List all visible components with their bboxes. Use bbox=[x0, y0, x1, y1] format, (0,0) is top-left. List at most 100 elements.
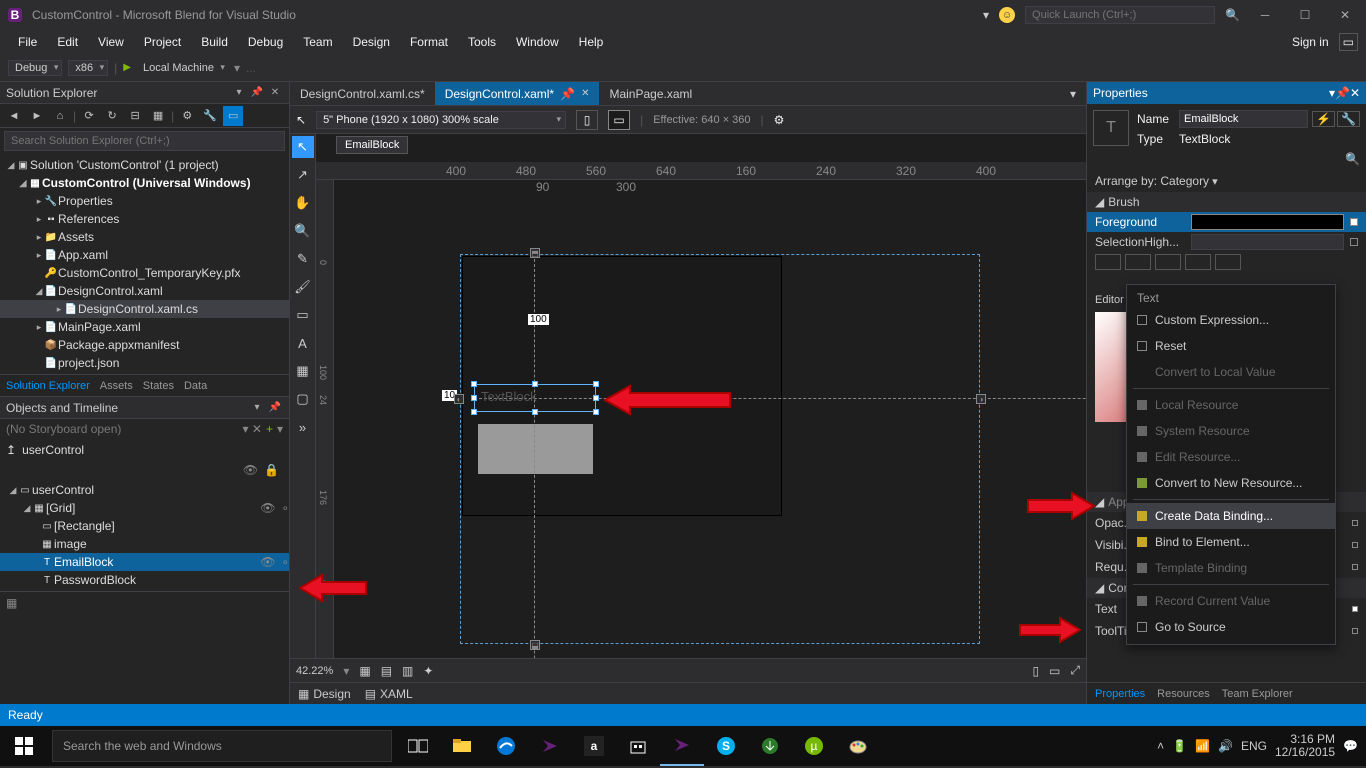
tree-appxaml[interactable]: ▸📄App.xaml bbox=[0, 246, 289, 264]
add-storyboard-icon[interactable]: + bbox=[266, 422, 273, 436]
menu-format[interactable]: Format bbox=[400, 33, 458, 51]
anchor-bottom-icon[interactable]: ⬓ bbox=[530, 640, 540, 650]
tree-pfx[interactable]: 🔑CustomControl_TemporaryKey.pfx bbox=[0, 264, 289, 282]
anchor-right-icon[interactable]: ◑ bbox=[976, 394, 986, 404]
menu-debug[interactable]: Debug bbox=[238, 33, 293, 51]
doc-tab-mainpage[interactable]: MainPage.xaml bbox=[599, 82, 702, 105]
pin-icon[interactable]: 📌 bbox=[560, 87, 575, 101]
brush-icon[interactable]: 🖌 bbox=[292, 276, 314, 298]
ctx-reset[interactable]: Reset bbox=[1127, 333, 1335, 359]
zoom-tool-icon[interactable]: 🔍 bbox=[292, 220, 314, 242]
menu-team[interactable]: Team bbox=[293, 33, 342, 51]
tree-designcontrol[interactable]: ◢📄DesignControl.xaml bbox=[0, 282, 289, 300]
ctx-create-data-binding[interactable]: Create Data Binding... bbox=[1127, 503, 1335, 529]
menu-tools[interactable]: Tools bbox=[458, 33, 506, 51]
props-close-icon[interactable]: ✕ bbox=[1350, 86, 1360, 100]
eye-icon[interactable]: 👁 bbox=[260, 555, 275, 569]
ctx-go-to-source[interactable]: Go to Source bbox=[1127, 614, 1335, 640]
layout-tool-icon[interactable]: ▦ bbox=[292, 360, 314, 382]
start-button[interactable] bbox=[0, 726, 48, 766]
close-button[interactable]: ✕ bbox=[1330, 5, 1360, 25]
config-dropdown[interactable]: Debug bbox=[8, 60, 62, 76]
snap2-icon[interactable]: ▥ bbox=[402, 664, 413, 678]
grid-icon[interactable]: ▦ bbox=[359, 664, 370, 678]
lang-indicator[interactable]: ENG bbox=[1241, 739, 1267, 753]
ctx-custom-expression[interactable]: Custom Expression... bbox=[1127, 307, 1335, 333]
menu-help[interactable]: Help bbox=[569, 33, 614, 51]
resize-handle[interactable] bbox=[593, 409, 599, 415]
wrench-icon[interactable]: 🔧 bbox=[200, 106, 220, 126]
resize-handle[interactable] bbox=[471, 395, 477, 401]
portrait-icon[interactable]: ▯ bbox=[576, 110, 598, 130]
storyboard-drop-icon[interactable]: ▾ ✕ bbox=[243, 422, 262, 436]
menu-project[interactable]: Project bbox=[134, 33, 191, 51]
idm-icon[interactable] bbox=[748, 726, 792, 766]
prop-marker-icon[interactable] bbox=[1352, 606, 1358, 612]
prop-marker-icon[interactable] bbox=[1350, 238, 1358, 246]
wifi-icon[interactable]: 📶 bbox=[1195, 739, 1210, 753]
more-tools-icon[interactable]: » bbox=[292, 416, 314, 438]
lock-dot-icon[interactable]: ∘ bbox=[281, 555, 289, 569]
usercontrol-row[interactable]: ↥ userControl bbox=[0, 439, 289, 461]
prop-marker-icon[interactable] bbox=[1352, 628, 1358, 634]
obj-passwordblock[interactable]: TPasswordBlock bbox=[0, 571, 289, 589]
back-icon[interactable]: ◄ bbox=[4, 106, 24, 126]
tree-properties[interactable]: ▸🔧Properties bbox=[0, 192, 289, 210]
resize-handle[interactable] bbox=[593, 381, 599, 387]
lock-icon[interactable]: 🔒 bbox=[264, 463, 279, 477]
amazon-icon[interactable]: a bbox=[572, 726, 616, 766]
prop-marker-icon[interactable] bbox=[1350, 218, 1358, 226]
close-panel-icon[interactable]: ✕ bbox=[267, 85, 283, 101]
vs-running-icon[interactable] bbox=[660, 726, 704, 766]
objects-dropdown-icon[interactable]: ▾ bbox=[249, 400, 265, 416]
showall-icon[interactable]: ▦ bbox=[148, 106, 168, 126]
obj-grid[interactable]: ◢▦[Grid]👁∘ bbox=[0, 499, 289, 517]
fwd-icon[interactable]: ► bbox=[27, 106, 47, 126]
obj-usercontrol[interactable]: ◢▭userControl bbox=[0, 481, 289, 499]
expand-icon[interactable]: ⤢ bbox=[1070, 663, 1080, 678]
clock[interactable]: 3:16 PM 12/16/2015 bbox=[1275, 733, 1335, 759]
props-pin-icon[interactable]: 📌 bbox=[1335, 86, 1350, 100]
doc-tab-xaml[interactable]: DesignControl.xaml*📌✕ bbox=[435, 82, 600, 105]
button-tool-icon[interactable]: ▢ bbox=[292, 388, 314, 410]
close-tab-icon[interactable]: ✕ bbox=[581, 88, 589, 99]
solution-root[interactable]: ◢▣Solution 'CustomControl' (1 project) bbox=[0, 156, 289, 174]
feedback-smiley-icon[interactable]: ☺ bbox=[999, 7, 1015, 23]
menu-view[interactable]: View bbox=[88, 33, 134, 51]
paint-icon[interactable] bbox=[836, 726, 880, 766]
volume-icon[interactable]: 🔊 bbox=[1218, 739, 1233, 753]
design-canvas[interactable]: TextBlock 100 10 ⬒ ⬓ ◐ ◑ bbox=[460, 254, 980, 644]
visual-studio-icon[interactable] bbox=[528, 726, 572, 766]
tree-mainpage[interactable]: ▸📄MainPage.xaml bbox=[0, 318, 289, 336]
device-dropdown[interactable]: 5" Phone (1920 x 1080) 300% scale bbox=[316, 111, 566, 129]
rect-tool-icon[interactable]: ▭ bbox=[292, 304, 314, 326]
flag-icon[interactable]: ▾ bbox=[983, 8, 989, 22]
tree-designcontrol-cs[interactable]: ▸📄DesignControl.xaml.cs bbox=[0, 300, 289, 318]
resize-handle[interactable] bbox=[471, 409, 477, 415]
prop-marker-icon[interactable] bbox=[1352, 564, 1358, 570]
maximize-button[interactable]: ☐ bbox=[1290, 5, 1320, 25]
tab-team-explorer[interactable]: Team Explorer bbox=[1222, 688, 1293, 700]
preview-icon[interactable]: ▭ bbox=[223, 106, 243, 126]
play-icon[interactable]: ▶ bbox=[123, 62, 131, 73]
tab-states[interactable]: States bbox=[143, 380, 174, 392]
collapse-icon[interactable]: ⊟ bbox=[125, 106, 145, 126]
menu-edit[interactable]: Edit bbox=[47, 33, 88, 51]
split-h-icon[interactable]: ▯ bbox=[1032, 664, 1039, 678]
objects-pin-icon[interactable]: 📌 bbox=[267, 400, 283, 416]
tab-assets[interactable]: Assets bbox=[100, 380, 133, 392]
image-element[interactable] bbox=[478, 424, 593, 474]
dropdown-icon[interactable]: ▾ bbox=[231, 85, 247, 101]
selected-textblock[interactable]: TextBlock bbox=[474, 384, 596, 412]
minimize-button[interactable]: ─ bbox=[1250, 5, 1280, 25]
menu-design[interactable]: Design bbox=[343, 33, 400, 51]
obj-rectangle[interactable]: ▭[Rectangle] bbox=[0, 517, 289, 535]
zoom-level[interactable]: 42.22% bbox=[296, 665, 333, 677]
taskbar-search[interactable]: Search the web and Windows bbox=[52, 730, 392, 762]
utorrent-icon[interactable]: µ bbox=[792, 726, 836, 766]
menu-build[interactable]: Build bbox=[191, 33, 238, 51]
home-icon[interactable]: ⌂ bbox=[50, 106, 70, 126]
ctx-new-resource[interactable]: Convert to New Resource... bbox=[1127, 470, 1335, 496]
prop-foreground[interactable]: Foreground bbox=[1087, 212, 1366, 232]
eyedropper-icon[interactable]: ✎ bbox=[292, 248, 314, 270]
